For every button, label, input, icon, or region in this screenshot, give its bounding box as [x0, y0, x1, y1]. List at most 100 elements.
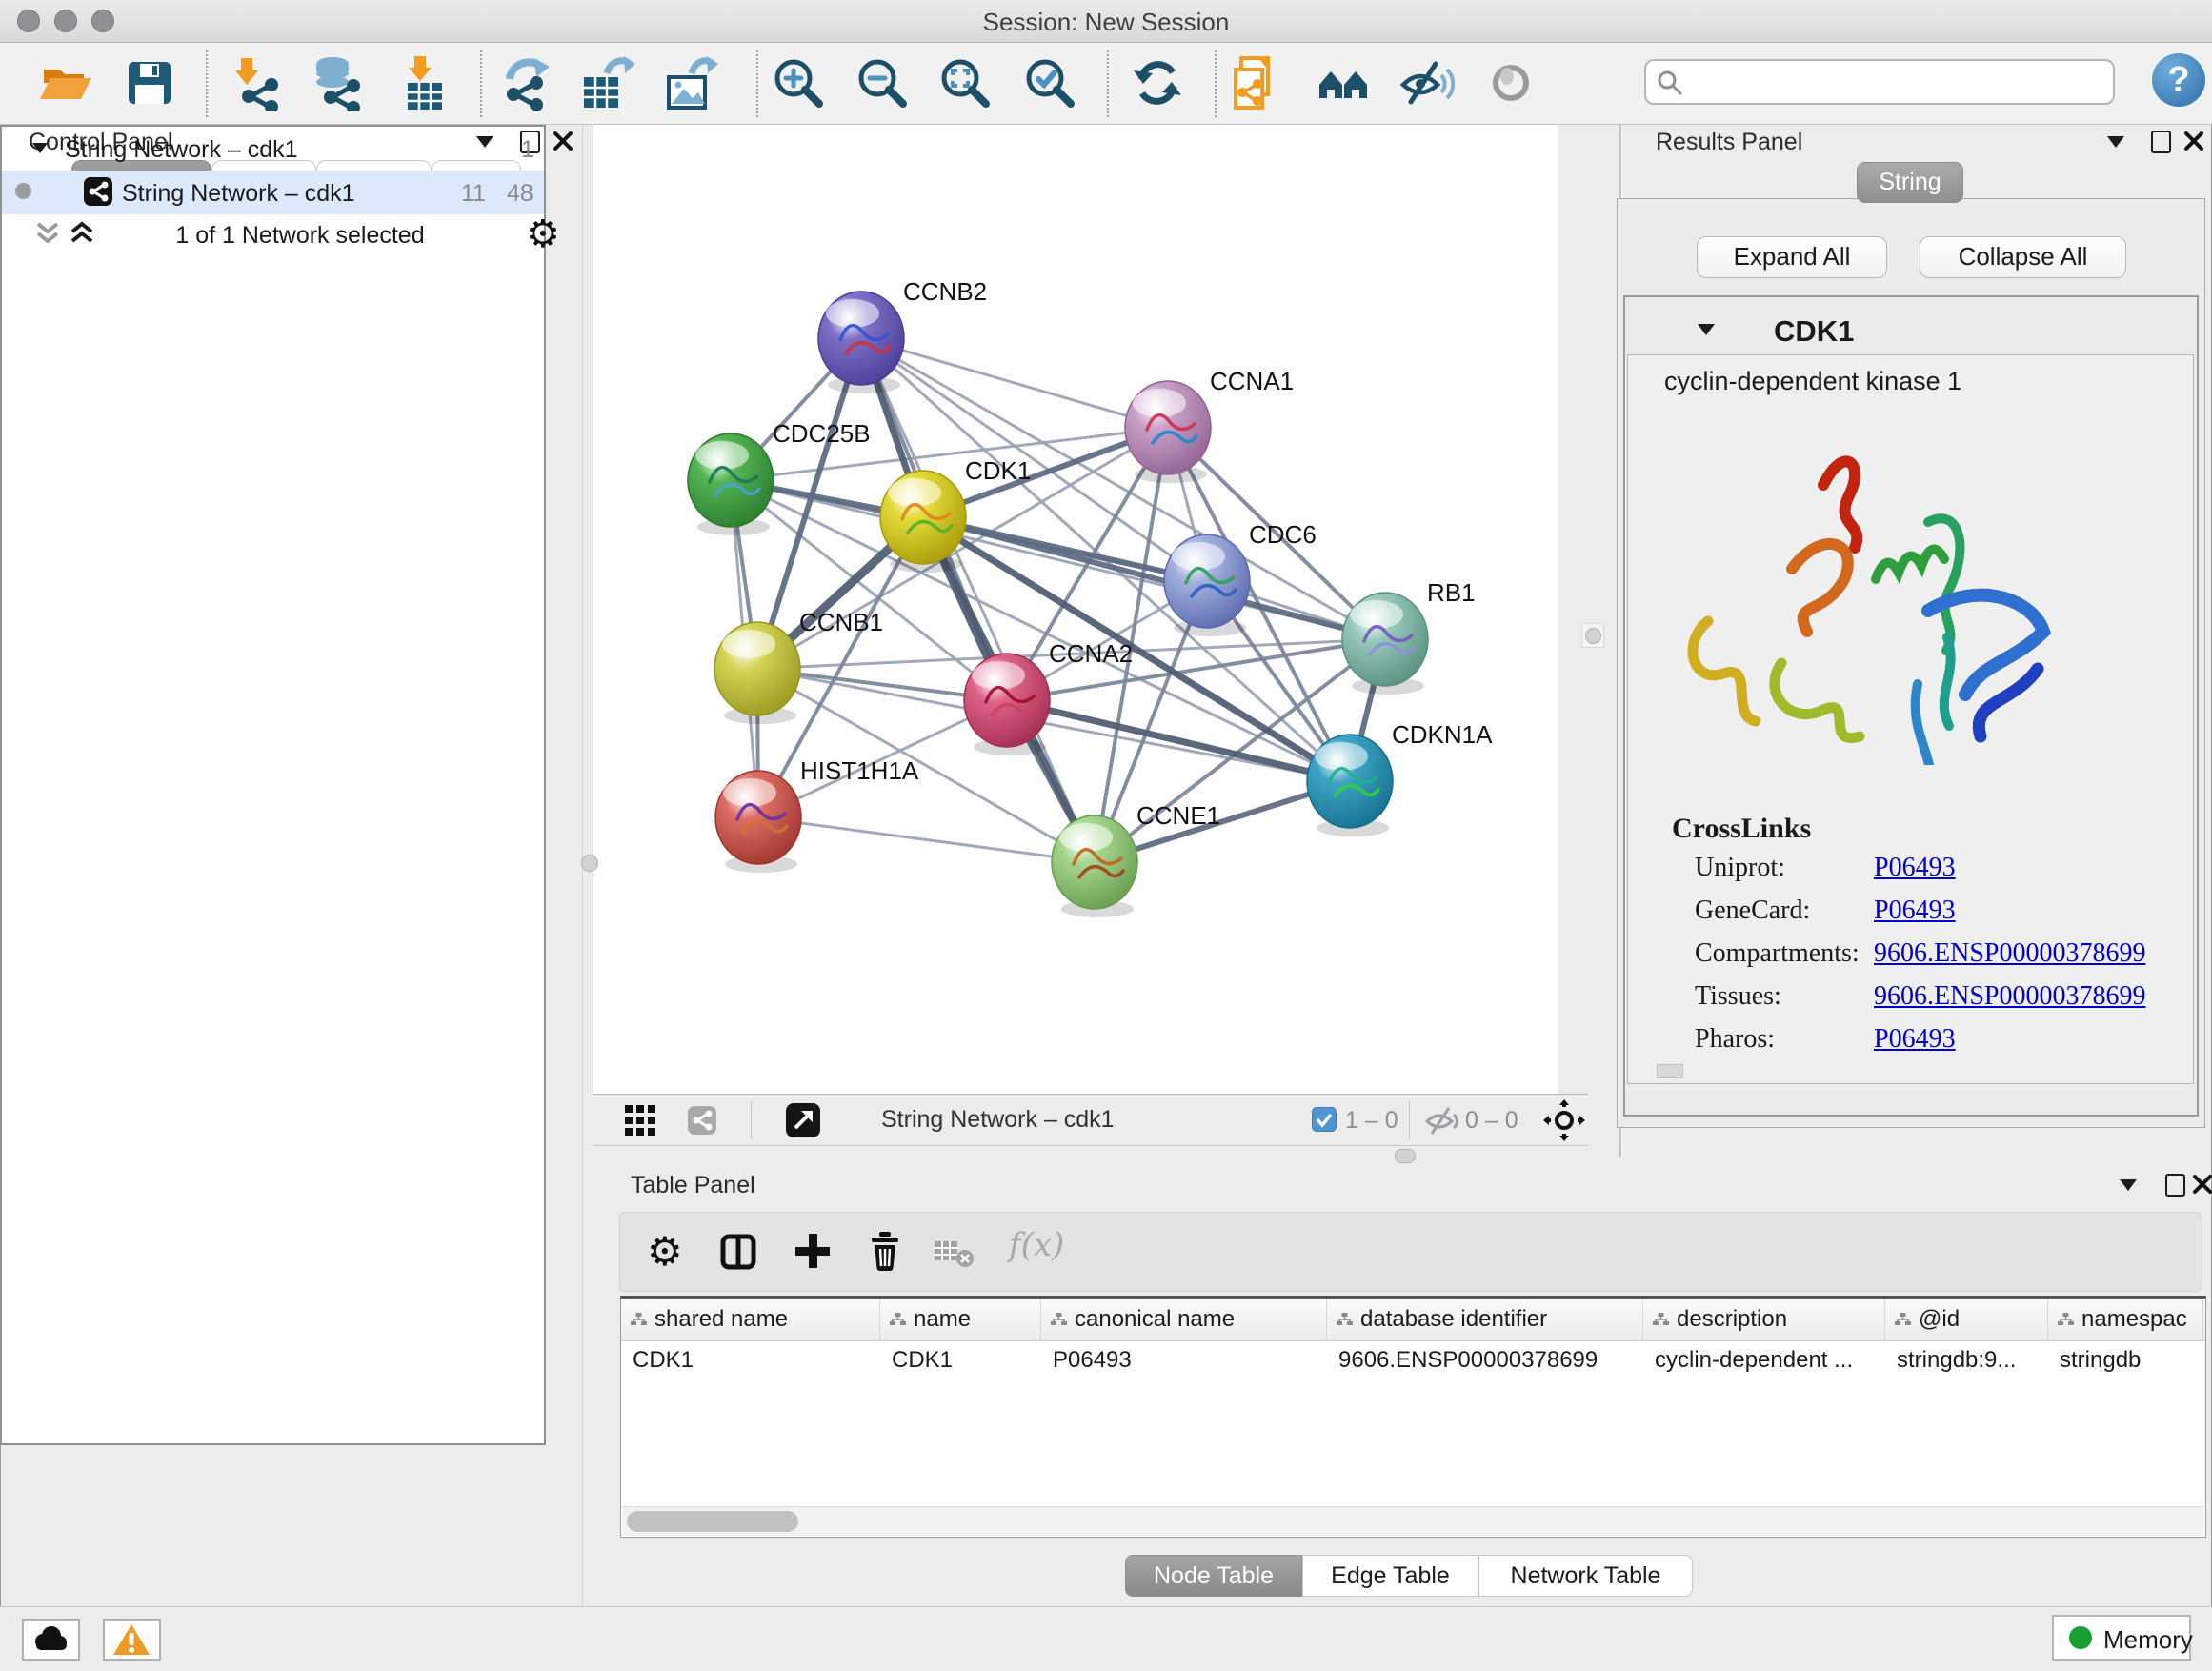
network-options-gear-icon[interactable]: ⚙ [526, 212, 560, 256]
export-network-icon[interactable] [496, 54, 553, 111]
toolbar-separator [1215, 50, 1217, 117]
tab-string[interactable]: String [1857, 162, 1963, 203]
column-header-description[interactable]: description [1643, 1299, 1885, 1340]
delete-column-icon[interactable] [866, 1230, 904, 1272]
collapse-all-icon[interactable] [34, 220, 61, 249]
selected-checkbox-icon[interactable] [1312, 1107, 1337, 1132]
table-body: CDK1CDK1P064939606.ENSP00000378699cyclin… [621, 1341, 2205, 1379]
horizontal-splitter-handle[interactable] [1395, 1149, 1416, 1163]
window-title: Session: New Session [0, 8, 2212, 37]
memory-status-icon [2069, 1626, 2092, 1649]
expand-all-icon[interactable] [69, 220, 95, 249]
node-label-CCNB2: CCNB2 [903, 277, 987, 306]
column-header--id[interactable]: @id [1885, 1299, 2048, 1340]
tab-network-table[interactable]: Network Table [1478, 1555, 1693, 1597]
node-label-CCNA2: CCNA2 [1049, 639, 1133, 668]
export-image-icon[interactable] [661, 54, 718, 111]
refresh-icon[interactable] [1129, 54, 1186, 111]
network-badge-icon[interactable] [688, 1106, 716, 1135]
hidden-eye-icon [1423, 1105, 1459, 1137]
crosslink-link[interactable]: 9606.ENSP00000378699 [1874, 938, 2145, 969]
crosslink-link[interactable]: P06493 [1874, 896, 1956, 926]
zoom-fit-icon[interactable] [936, 54, 994, 111]
node-label-RB1: RB1 [1427, 578, 1476, 607]
column-header-shared-name[interactable]: shared name [621, 1299, 880, 1340]
export-table-icon[interactable] [578, 54, 635, 111]
fit-content-crosshair-icon[interactable] [1543, 1099, 1585, 1141]
network-row-selected[interactable]: String Network – cdk1 11 48 [2, 171, 544, 214]
import-network-file-icon[interactable] [230, 54, 287, 111]
crosslink-row: GeneCard: P06493 [1628, 896, 2190, 938]
collection-label: String Network – cdk1 [65, 136, 298, 164]
tab-node-table[interactable]: Node Table [1125, 1555, 1302, 1597]
zoom-in-icon[interactable] [770, 54, 827, 111]
gray-orb-icon [1482, 54, 1539, 111]
control-panel: Control Panel Network Style Select Sets … [0, 125, 583, 1606]
node-table[interactable]: shared namenamecanonical namedatabase id… [620, 1296, 2206, 1538]
table-cell: 9606.ENSP00000378699 [1327, 1341, 1643, 1379]
horizontal-scrollbar[interactable] [622, 1506, 2204, 1536]
crosslink-link[interactable]: 9606.ENSP00000378699 [1874, 981, 2145, 1012]
node-label-CDC6: CDC6 [1249, 520, 1317, 549]
zoom-out-icon[interactable] [854, 54, 911, 111]
panel-float-icon[interactable] [2120, 1179, 2137, 1191]
left-splitter-handle[interactable] [581, 855, 598, 872]
panel-close-icon[interactable] [553, 131, 573, 151]
scrollbar-thumb[interactable] [627, 1511, 798, 1532]
add-column-icon[interactable] [794, 1232, 832, 1270]
column-header-namespac[interactable]: namespac [2048, 1299, 2203, 1340]
panel-float-icon[interactable] [2107, 136, 2124, 148]
column-header-database-identifier[interactable]: database identifier [1327, 1299, 1643, 1340]
expand-all-button[interactable]: Expand All [1697, 236, 1887, 278]
network-label: String Network – cdk1 [122, 180, 355, 208]
crosslink-label: Uniprot: [1695, 853, 1785, 883]
help-button[interactable]: ? [2152, 53, 2205, 107]
panel-close-icon[interactable] [2183, 131, 2204, 151]
cloud-button[interactable] [22, 1619, 80, 1661]
eye-slash-icon[interactable] [1398, 54, 1455, 111]
inner-scrollbar-nub[interactable] [1657, 1064, 1683, 1078]
table-settings-gear-icon[interactable]: ⚙ [647, 1228, 683, 1275]
gene-details-box: cyclin-dependent kinase 1 CrossLinks Uni… [1627, 354, 2194, 1084]
import-table-icon[interactable] [396, 54, 453, 111]
search-input[interactable] [1690, 64, 2094, 96]
crosslink-label: Compartments: [1695, 938, 1860, 969]
birds-eye-view-icon[interactable] [786, 1103, 820, 1137]
tab-edge-table[interactable]: Edge Table [1302, 1555, 1478, 1597]
column-header-name[interactable]: name [880, 1299, 1041, 1340]
open-session-icon[interactable] [36, 54, 93, 111]
panel-restore-icon[interactable] [2165, 1174, 2185, 1197]
gene-section-expander-icon[interactable] [1698, 324, 1715, 335]
right-splitter[interactable] [1581, 623, 1604, 648]
zoom-selected-icon[interactable] [1021, 54, 1078, 111]
toolbar-separator [480, 50, 482, 117]
panel-close-icon[interactable] [2192, 1174, 2212, 1195]
show-columns-icon[interactable] [720, 1234, 758, 1270]
houses-icon[interactable] [1316, 54, 1373, 111]
panel-restore-icon[interactable] [2151, 131, 2171, 153]
save-session-icon[interactable] [121, 54, 178, 111]
crosslink-link[interactable]: P06493 [1874, 853, 1956, 883]
network-collection-row[interactable]: String Network – cdk1 1 [2, 127, 544, 171]
column-header-canonical-name[interactable]: canonical name [1041, 1299, 1327, 1340]
selected-counter: 1 – 0 [1345, 1107, 1398, 1135]
separator [1409, 1101, 1410, 1139]
network-graph[interactable]: CCNB2CCNA1CDC25BCDK1CDC6RB1CCNB1CCNA2CDK… [593, 125, 1558, 1094]
edge-count: 48 [507, 180, 533, 208]
crosslink-label: GeneCard: [1695, 896, 1810, 926]
table-cell: stringdb [2048, 1341, 2203, 1379]
table-cell: CDK1 [880, 1341, 1041, 1379]
warning-button[interactable] [103, 1619, 161, 1661]
documents-share-icon[interactable] [1228, 54, 1285, 111]
network-view[interactable]: CCNB2CCNA1CDC25BCDK1CDC6RB1CCNB1CCNA2CDK… [593, 125, 1558, 1094]
toolbar-separator [756, 50, 758, 117]
memory-button[interactable]: Memory [2052, 1615, 2191, 1661]
import-network-database-icon[interactable] [310, 54, 367, 111]
grid-view-icon[interactable] [625, 1105, 657, 1137]
crosslink-link[interactable]: P06493 [1874, 1024, 1956, 1055]
collection-expander-icon[interactable] [32, 143, 48, 153]
node-label-CDC25B: CDC25B [773, 419, 871, 448]
table-row[interactable]: CDK1CDK1P064939606.ENSP00000378699cyclin… [621, 1341, 2205, 1379]
right-splitter-handle[interactable] [1585, 628, 1601, 644]
collapse-all-button[interactable]: Collapse All [1920, 236, 2126, 278]
